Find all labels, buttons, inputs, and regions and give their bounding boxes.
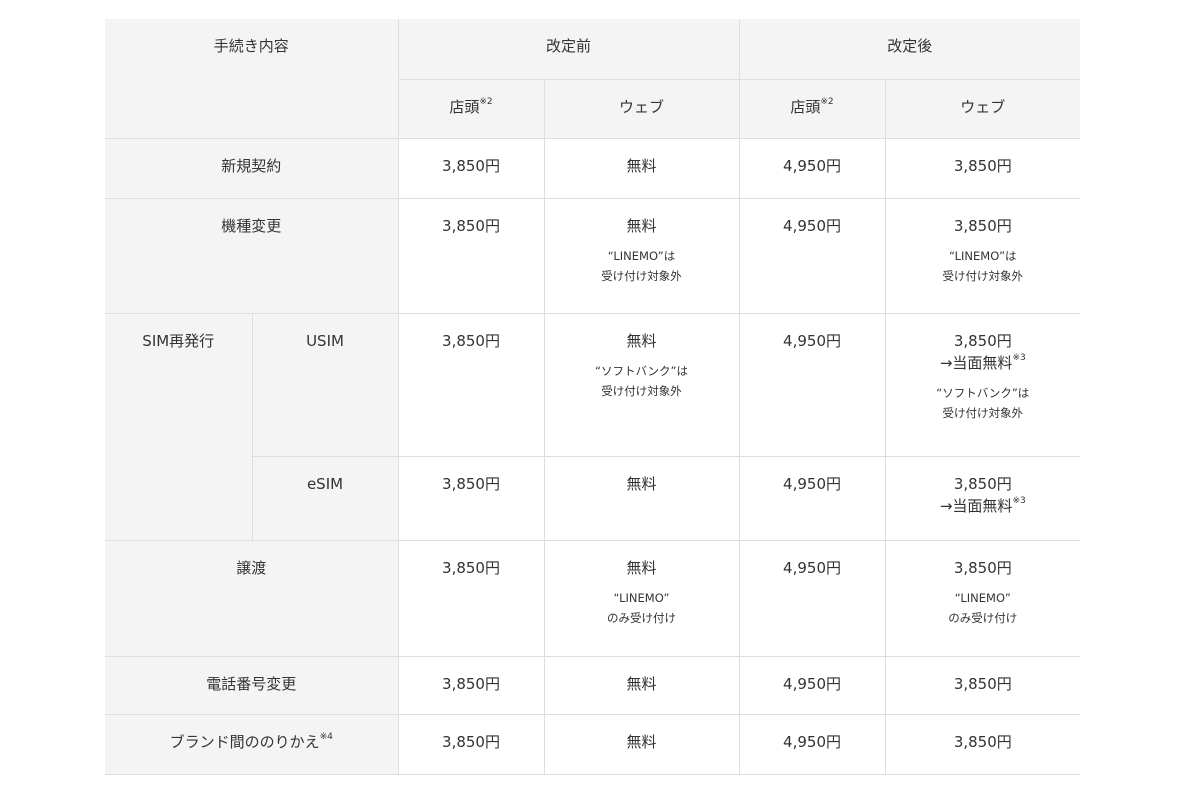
before-store-fee: 3,850円	[397, 455, 545, 541]
row-usim: SIM再発行 USIM 3,850円 無料 “ソフトバンク”は 受け付け対象外 4…	[105, 312, 1081, 541]
row-label: 電話番号変更	[105, 655, 399, 715]
row-change: 機種変更 3,850円 無料 “LINEMO”は 受け付け対象外 4,950円 3…	[105, 197, 1081, 314]
row-label-sim-reissue: SIM再発行	[105, 312, 253, 541]
header-before: 改定前	[397, 19, 740, 80]
after-store-fee: 4,950円	[738, 197, 886, 314]
after-store-fee: 4,950円	[738, 539, 886, 657]
before-web-fee: 無料 “LINEMO”は 受け付け対象外	[543, 197, 740, 314]
before-web-fee: 無料	[543, 655, 740, 715]
header-before-store: 店頭※2	[398, 78, 545, 139]
row-transfer: 譲渡 3,850円 無料 “LINEMO” のみ受け付け 4,950円 3,850…	[105, 539, 1081, 657]
after-web-fee: 3,850円	[884, 137, 1081, 199]
header-after: 改定後	[738, 19, 1081, 80]
row-label: ブランド間ののりかえ※4	[105, 713, 399, 775]
after-store-fee: 4,950円	[738, 655, 886, 715]
header-before-web: ウェブ	[543, 78, 740, 139]
cell-note: “LINEMO” のみ受け付け	[607, 590, 677, 625]
fee-table: 手続き内容 改定前 改定後 店頭※2 ウェブ 店頭※2 ウェブ 新規契約 3,8…	[105, 19, 1081, 775]
after-store-fee: 4,950円	[738, 713, 886, 775]
row-label-esim: eSIM	[252, 455, 399, 541]
after-store-fee: 4,950円	[738, 137, 886, 199]
before-store-fee: 3,850円	[397, 312, 545, 457]
row-label-usim: USIM	[251, 312, 399, 457]
before-store-fee: 3,850円	[397, 197, 545, 314]
row-brand: ブランド間ののりかえ※4 3,850円 無料 4,950円 3,850円	[105, 713, 1081, 775]
after-store-fee: 4,950円	[738, 455, 886, 541]
cell-note: “LINEMO” のみ受け付け	[948, 590, 1018, 625]
after-web-fee: 3,850円 “LINEMO”は 受け付け対象外	[884, 197, 1081, 314]
before-web-fee: 無料	[543, 137, 740, 199]
before-store-fee: 3,850円	[397, 539, 545, 657]
row-esim: eSIM 3,850円 無料 4,950円 3,850円 →当面無料※3	[105, 455, 1081, 541]
before-store-fee: 3,850円	[397, 137, 545, 199]
after-store-fee: 4,950円	[738, 312, 886, 457]
before-web-fee: 無料 “ソフトバンク”は 受け付け対象外	[543, 312, 740, 457]
cell-note: “LINEMO”は 受け付け対象外	[942, 248, 1024, 283]
after-web-fee: 3,850円 →当面無料※3 “ソフトバンク”は 受け付け対象外	[884, 312, 1081, 457]
after-web-fee: 3,850円	[884, 655, 1081, 715]
before-web-fee: 無料	[543, 455, 740, 541]
row-label: 譲渡	[105, 539, 399, 657]
before-web-fee: 無料 “LINEMO” のみ受け付け	[543, 539, 740, 657]
before-store-fee: 3,850円	[397, 713, 545, 775]
row-label: 機種変更	[105, 197, 399, 314]
header-after-store: 店頭※2	[738, 78, 886, 139]
before-store-fee: 3,850円	[397, 655, 545, 715]
cell-note: “LINEMO”は 受け付け対象外	[601, 248, 682, 283]
row-label: 新規契約	[105, 137, 399, 199]
after-web-fee: 3,850円 “LINEMO” のみ受け付け	[884, 539, 1081, 657]
before-web-fee: 無料	[543, 713, 740, 775]
after-web-fee: 3,850円	[884, 713, 1081, 775]
cell-note: “ソフトバンク”は 受け付け対象外	[595, 363, 689, 398]
row-new: 新規契約 3,850円 無料 4,950円 3,850円	[105, 137, 1081, 199]
cell-note: “ソフトバンク”は 受け付け対象外	[936, 385, 1030, 420]
header-after-web: ウェブ	[884, 78, 1081, 139]
row-phone: 電話番号変更 3,850円 無料 4,950円 3,850円	[105, 655, 1081, 715]
after-web-fee: 3,850円 →当面無料※3	[884, 455, 1081, 541]
header-procedure: 手続き内容	[105, 19, 399, 139]
